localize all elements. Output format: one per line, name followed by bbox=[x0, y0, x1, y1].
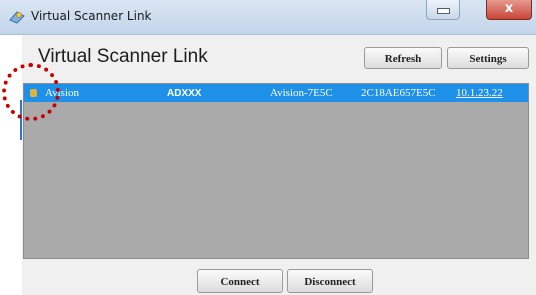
app-heading: Virtual Scanner Link bbox=[38, 46, 208, 67]
scanner-mac: 2C18AE657E5C bbox=[361, 87, 436, 99]
scanner-row[interactable]: Avision ADXXX Avision-7E5C 2C18AE657E5C … bbox=[24, 84, 528, 102]
connect-button[interactable]: Connect bbox=[197, 269, 283, 293]
settings-button[interactable]: Settings bbox=[447, 47, 529, 69]
scanner-ip-link[interactable]: 10.1.23.22 bbox=[456, 87, 503, 99]
disconnect-button[interactable]: Disconnect bbox=[287, 269, 373, 293]
scanner-model: ADXXX bbox=[167, 88, 202, 99]
minimize-button[interactable] bbox=[426, 0, 460, 20]
scanner-host: Avision-7E5C bbox=[270, 87, 333, 99]
window-title: Virtual Scanner Link bbox=[31, 9, 152, 23]
scanner-list[interactable]: Avision ADXXX Avision-7E5C 2C18AE657E5C … bbox=[23, 83, 529, 259]
scanner-app-icon bbox=[9, 11, 25, 24]
close-button[interactable]: x bbox=[486, 0, 532, 20]
minimize-icon bbox=[437, 8, 450, 14]
close-icon: x bbox=[504, 1, 514, 16]
refresh-button[interactable]: Refresh bbox=[364, 47, 442, 69]
highlight-circle bbox=[2, 63, 60, 121]
title-bar: Virtual Scanner Link x bbox=[0, 0, 536, 35]
